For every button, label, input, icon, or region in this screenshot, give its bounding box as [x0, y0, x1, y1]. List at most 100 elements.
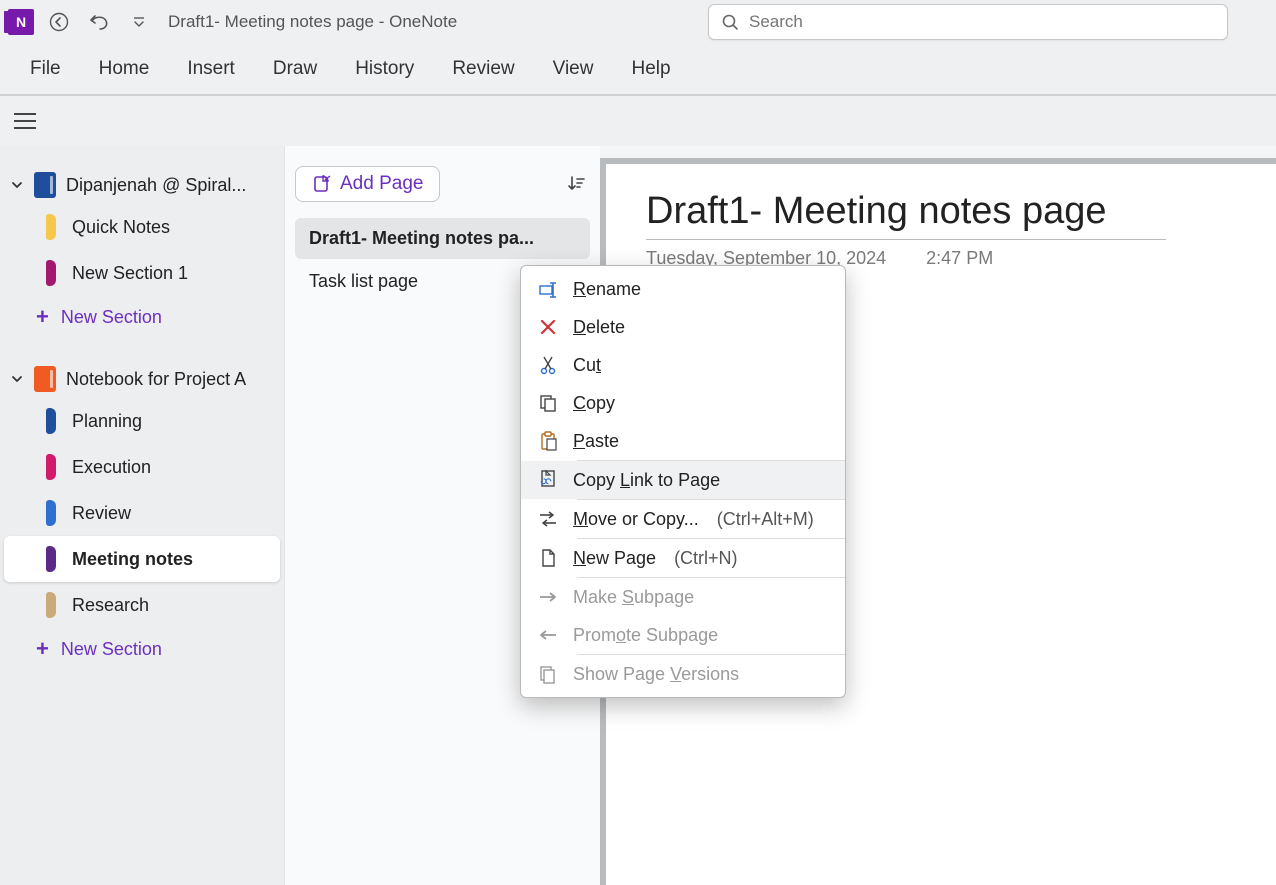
section-item[interactable]: Planning [4, 398, 280, 444]
search-icon [721, 13, 739, 31]
menu-item-new-page[interactable]: New Page (Ctrl+N) [521, 539, 845, 577]
ribbon-tab-help[interactable]: Help [629, 54, 672, 84]
plus-icon: + [36, 636, 49, 662]
notebook-header[interactable]: Dipanjenah @ Spiral... [0, 166, 284, 204]
back-button[interactable] [44, 7, 74, 37]
notebook-name: Notebook for Project A [66, 369, 246, 390]
section-label: Meeting notes [72, 549, 193, 570]
menu-item-label: Move or Copy... [573, 509, 699, 530]
section-item[interactable]: Quick Notes [4, 204, 280, 250]
ribbon-tab-history[interactable]: History [353, 54, 416, 84]
notebook-header[interactable]: Notebook for Project A [0, 360, 284, 398]
menu-item-label: Show Page Versions [573, 664, 739, 685]
menu-item-copy-link-to-page[interactable]: Copy Link to Page [521, 461, 845, 499]
menu-item-label: New Page [573, 548, 656, 569]
undo-button[interactable] [84, 7, 114, 37]
search-input[interactable] [749, 12, 1215, 32]
left-icon [537, 624, 559, 646]
nav-pane-toggle[interactable] [10, 106, 40, 136]
sort-icon [566, 174, 586, 194]
section-color-tab [46, 260, 56, 286]
chevron-down-icon [10, 178, 24, 192]
new-section-button[interactable]: + New Section [0, 296, 284, 338]
menu-item-label: Rename [573, 279, 641, 300]
sort-pages-button[interactable] [562, 170, 590, 198]
menu-item-delete[interactable]: Delete [521, 308, 845, 346]
menu-item-label: Paste [573, 431, 619, 452]
section-item[interactable]: Research [4, 582, 280, 628]
notebook-icon [34, 172, 56, 198]
customize-qat-button[interactable] [124, 7, 154, 37]
menu-item-rename[interactable]: Rename [521, 270, 845, 308]
chevron-down-icon [132, 15, 146, 29]
tool-row [0, 96, 1276, 146]
menu-item-label: Promote Subpage [573, 625, 718, 646]
copy-icon [537, 392, 559, 414]
plus-icon: + [36, 304, 49, 330]
delete-icon [537, 316, 559, 338]
paste-icon [537, 430, 559, 452]
menu-item-label: Copy Link to Page [573, 470, 720, 491]
add-page-button[interactable]: Add Page [295, 166, 440, 202]
ribbon-tabs: File Home Insert Draw History Review View Help [0, 44, 1276, 96]
menu-item-make-subpage: Make Subpage [521, 578, 845, 616]
notebook-icon [34, 366, 56, 392]
chevron-down-icon [10, 372, 24, 386]
menu-item-label: Delete [573, 317, 625, 338]
move-icon [537, 508, 559, 530]
title-bar: N Draft1- Meeting notes page - OneNote [0, 0, 1276, 44]
ribbon-tab-view[interactable]: View [551, 54, 596, 84]
new-section-button[interactable]: + New Section [0, 628, 284, 670]
menu-item-copy[interactable]: Copy [521, 384, 845, 422]
ribbon-tab-insert[interactable]: Insert [185, 54, 237, 84]
window-title: Draft1- Meeting notes page - OneNote [164, 12, 457, 32]
versions-icon [537, 663, 559, 685]
menu-item-label: Copy [573, 393, 615, 414]
section-item[interactable]: Execution [4, 444, 280, 490]
page-item[interactable]: Draft1- Meeting notes pa... [295, 218, 590, 259]
menu-item-label: Make Subpage [573, 587, 694, 608]
section-color-tab [46, 500, 56, 526]
ribbon-tab-draw[interactable]: Draw [271, 54, 319, 84]
section-item[interactable]: Review [4, 490, 280, 536]
section-color-tab [46, 454, 56, 480]
section-color-tab [46, 408, 56, 434]
section-label: Planning [72, 411, 142, 432]
section-color-tab [46, 592, 56, 618]
back-arrow-icon [49, 12, 69, 32]
new-section-label: New Section [61, 307, 162, 328]
section-label: Execution [72, 457, 151, 478]
ribbon-tab-review[interactable]: Review [450, 54, 516, 84]
menu-item-shortcut: (Ctrl+N) [674, 548, 738, 569]
ribbon-tab-file[interactable]: File [28, 54, 63, 84]
section-item[interactable]: Meeting notes [4, 536, 280, 582]
menu-item-shortcut: (Ctrl+Alt+M) [717, 509, 814, 530]
rename-icon [537, 278, 559, 300]
menu-item-promote-subpage: Promote Subpage [521, 616, 845, 654]
search-box[interactable] [708, 4, 1228, 40]
new-section-label: New Section [61, 639, 162, 660]
page-title[interactable]: Draft1- Meeting notes page [646, 190, 1166, 240]
section-label: Quick Notes [72, 217, 170, 238]
undo-icon [88, 12, 110, 32]
right-icon [537, 586, 559, 608]
menu-item-cut[interactable]: Cut [521, 346, 845, 384]
add-page-icon [312, 174, 332, 194]
section-label: Research [72, 595, 149, 616]
menu-item-paste[interactable]: Paste [521, 422, 845, 460]
menu-item-move-or-copy[interactable]: Move or Copy... (Ctrl+Alt+M) [521, 500, 845, 538]
section-color-tab [46, 214, 56, 240]
section-color-tab [46, 546, 56, 572]
add-page-label: Add Page [340, 173, 423, 195]
page-context-menu: Rename Delete Cut Copy Paste Copy Link to Pag… [520, 265, 846, 698]
ribbon-tab-home[interactable]: Home [97, 54, 152, 84]
section-label: New Section 1 [72, 263, 188, 284]
onenote-app-icon: N [8, 9, 34, 35]
newpage-icon [537, 547, 559, 569]
menu-item-label: Cut [573, 355, 601, 376]
notebook-sidebar: Dipanjenah @ Spiral... Quick Notes New Sec… [0, 146, 284, 885]
cut-icon [537, 354, 559, 376]
section-item[interactable]: New Section 1 [4, 250, 280, 296]
section-label: Review [72, 503, 131, 524]
page-time: 2:47 PM [926, 248, 993, 269]
